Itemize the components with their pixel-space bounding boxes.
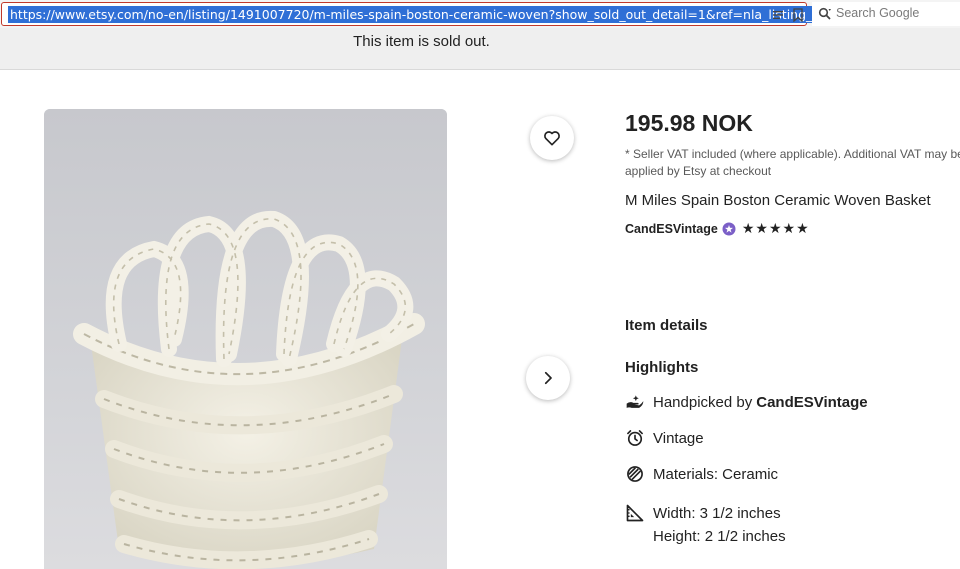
price: 195.98 NOK [625, 110, 753, 136]
highlight-materials: Materials: Ceramic [625, 464, 778, 484]
height-text: Height: 2 1/2 inches [653, 528, 786, 545]
highlight-dimensions: Width: 3 1/2 inches [625, 503, 781, 523]
shop-name-link[interactable]: CandESVintage [625, 222, 718, 236]
search-box[interactable]: Search Google [812, 2, 960, 26]
vintage-text: Vintage [653, 429, 704, 447]
next-image-button[interactable] [526, 356, 570, 400]
item-details-heading[interactable]: Item details [625, 317, 708, 334]
address-bar[interactable]: https://www.etsy.com/no-en/listing/14910… [1, 2, 856, 26]
width-text: Width: 3 1/2 inches [653, 504, 781, 522]
sold-out-text: This item is sold out. [353, 33, 490, 50]
star-seller-badge-icon [722, 222, 736, 235]
materials-icon [627, 466, 643, 482]
woven-basket-photo [44, 109, 447, 569]
materials-text: Materials: Ceramic [653, 465, 779, 483]
search-placeholder: Search Google [836, 6, 920, 20]
search-icon [818, 7, 831, 20]
ruler-triangle-icon [626, 504, 644, 522]
highlights-heading: Highlights [625, 359, 699, 376]
handpicked-shop-link[interactable]: CandESVintage [756, 394, 867, 411]
browser-toolbar: https://www.etsy.com/no-en/listing/14910… [0, 0, 960, 28]
highlight-vintage: Vintage [625, 428, 704, 448]
hand-icon [626, 395, 644, 408]
heart-icon [544, 131, 560, 146]
handpicked-prefix: Handpicked by [653, 393, 753, 411]
rating-stars[interactable]: ★★★★★ [742, 220, 810, 237]
bookmark-icon[interactable] [792, 8, 804, 22]
url-text[interactable]: https://www.etsy.com/no-en/listing/14910… [8, 6, 856, 23]
vat-note: * Seller VAT included (where applicable)… [625, 147, 960, 178]
sold-out-banner: This item is sold out. [0, 28, 960, 70]
shop-row: CandESVintage ★★★★★ [625, 220, 810, 237]
chevron-right-icon [544, 371, 552, 385]
alarm-clock-icon [627, 430, 643, 446]
product-title: M Miles Spain Boston Ceramic Woven Baske… [625, 192, 931, 209]
favorite-button[interactable] [530, 116, 574, 160]
highlight-handpicked: Handpicked by CandESVintage [625, 392, 868, 412]
reader-view-icon[interactable] [772, 9, 784, 21]
product-image[interactable] [44, 109, 447, 569]
